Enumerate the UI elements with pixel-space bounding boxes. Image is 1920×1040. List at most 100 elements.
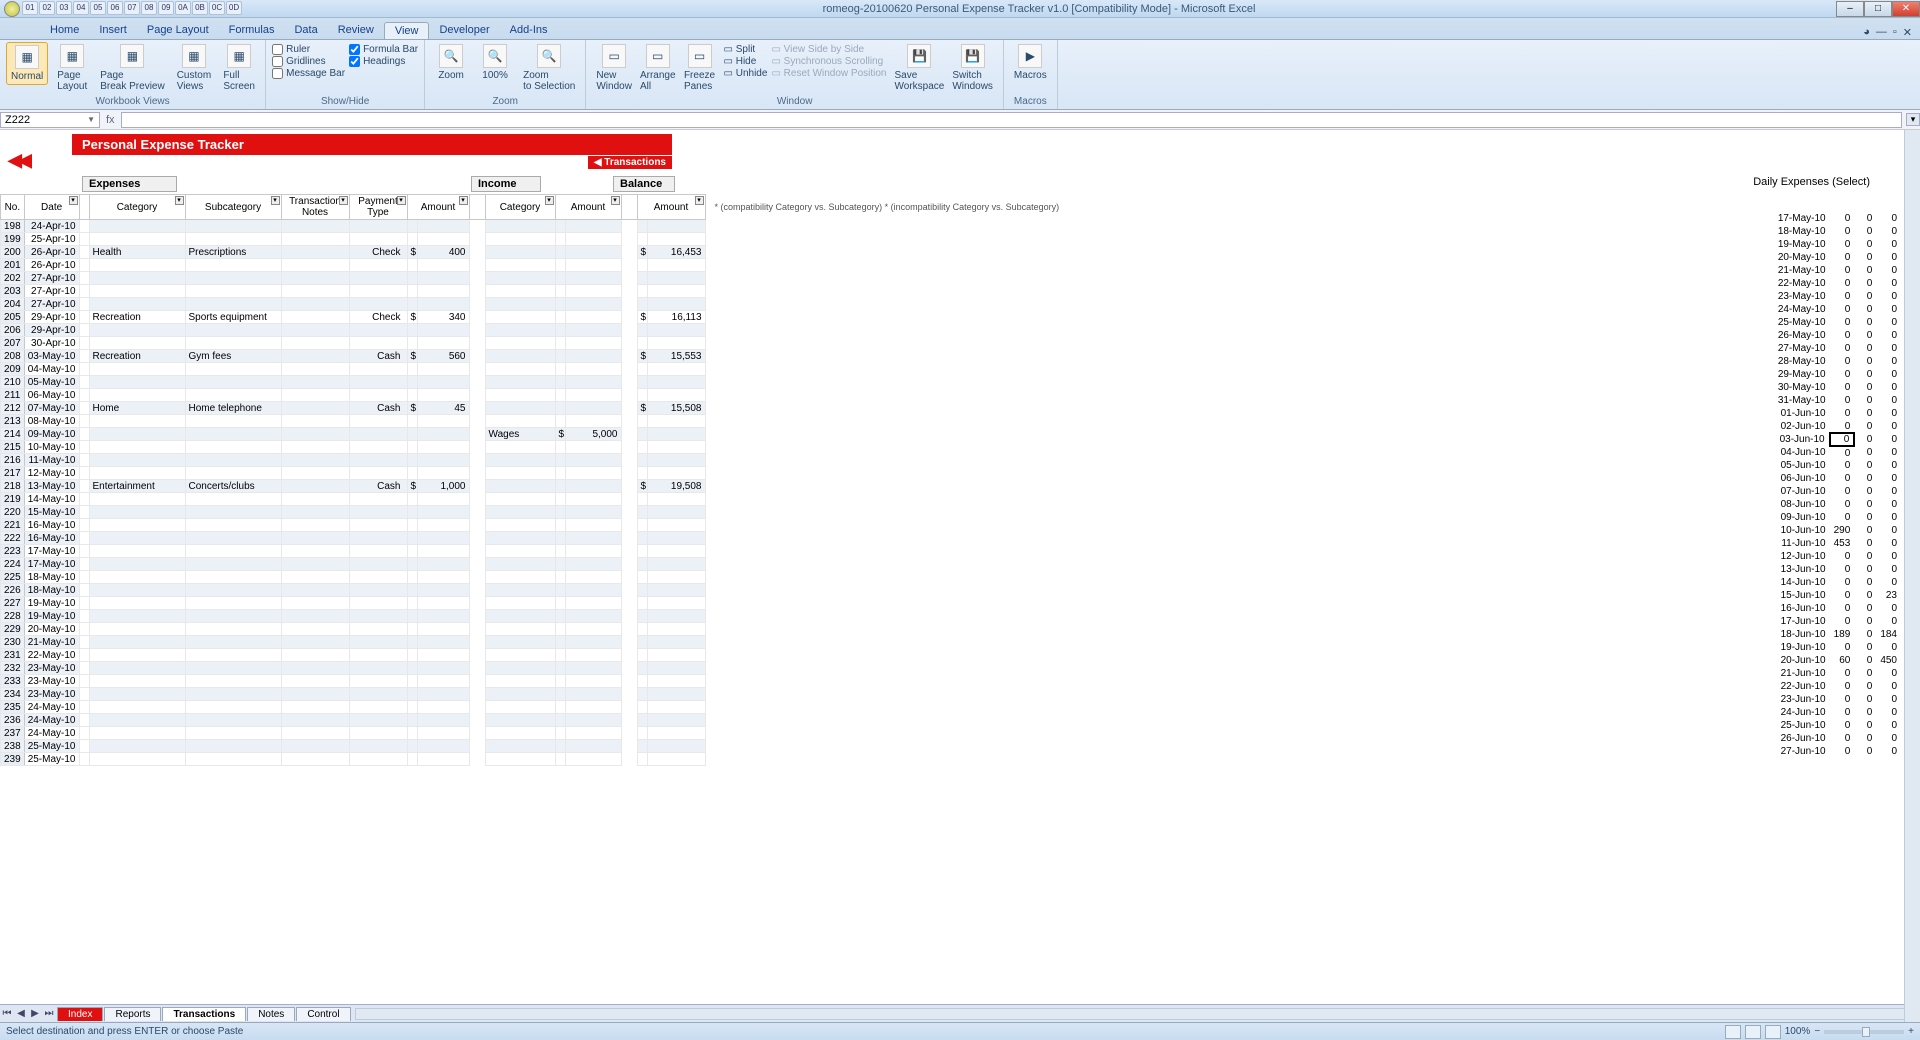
table-row[interactable]: 20327-Apr-10	[1, 285, 1063, 298]
table-row[interactable]: 23825-May-10	[1, 740, 1063, 753]
table-row[interactable]: 22417-May-10	[1, 558, 1063, 571]
filter-icon[interactable]: ▾	[695, 196, 704, 205]
table-row[interactable]: 19925-Apr-10	[1, 233, 1063, 246]
ribbon-tab-insert[interactable]: Insert	[89, 22, 137, 39]
ribbon-minimize-icon[interactable]: —	[1876, 26, 1887, 39]
table-row[interactable]: 20227-Apr-10	[1, 272, 1063, 285]
switch-windows-button[interactable]: 💾SwitchWindows	[948, 42, 997, 94]
table-row[interactable]: 23624-May-10	[1, 714, 1063, 727]
sheet-tab-index[interactable]: Index	[57, 1007, 103, 1021]
col-subcategory[interactable]: Subcategory▾	[185, 195, 281, 220]
table-row[interactable]: 23925-May-10	[1, 753, 1063, 766]
daily-row[interactable]: 06-Jun-10000	[1772, 472, 1901, 485]
table-row[interactable]: 20803-May-10RecreationGym feesCash$560$1…	[1, 350, 1063, 363]
daily-row[interactable]: 26-May-10000	[1772, 329, 1901, 342]
sheet-tab-control[interactable]: Control	[296, 1007, 350, 1021]
page-break-preview-button[interactable]: ▦PageBreak Preview	[96, 42, 168, 94]
ribbon-tab-home[interactable]: Home	[40, 22, 89, 39]
qat-button[interactable]: 07	[124, 1, 140, 15]
view-break-icon[interactable]	[1765, 1025, 1781, 1039]
ribbon-tab-view[interactable]: View	[384, 22, 430, 39]
daily-row[interactable]: 01-Jun-10000	[1772, 407, 1901, 420]
table-row[interactable]: 23323-May-10	[1, 675, 1063, 688]
qat-button[interactable]: 03	[56, 1, 72, 15]
daily-row[interactable]: 24-May-10000	[1772, 303, 1901, 316]
new-window-button[interactable]: ▭NewWindow	[592, 42, 636, 94]
minimize-button[interactable]: –	[1836, 1, 1864, 17]
daily-table[interactable]: 17-May-1000018-May-1000019-May-1000020-M…	[1772, 212, 1902, 758]
daily-row[interactable]: 29-May-10000	[1772, 368, 1901, 381]
table-row[interactable]: 20026-Apr-10HealthPrescriptionsCheck$400…	[1, 246, 1063, 259]
table-row[interactable]: 23021-May-10	[1, 636, 1063, 649]
qat-button[interactable]: 0A	[175, 1, 191, 15]
table-row[interactable]: 20427-Apr-10	[1, 298, 1063, 311]
zoom-slider[interactable]	[1824, 1030, 1904, 1034]
filter-icon[interactable]: ▾	[611, 196, 620, 205]
table-row[interactable]: 23122-May-10	[1, 649, 1063, 662]
daily-row[interactable]: 19-May-10000	[1772, 238, 1901, 251]
table-row[interactable]: 20529-Apr-10RecreationSports equipmentCh…	[1, 311, 1063, 324]
arrange-all-button[interactable]: ▭ArrangeAll	[636, 42, 680, 94]
daily-row[interactable]: 09-Jun-10000	[1772, 511, 1901, 524]
table-row[interactable]: 21005-May-10	[1, 376, 1063, 389]
daily-row[interactable]: 27-Jun-10000	[1772, 745, 1901, 758]
daily-row[interactable]: 27-May-10000	[1772, 342, 1901, 355]
daily-row[interactable]: 24-Jun-10000	[1772, 706, 1901, 719]
vertical-scrollbar[interactable]	[1904, 130, 1920, 1022]
col-income-category[interactable]: Category▾	[485, 195, 555, 220]
daily-row[interactable]: 17-Jun-10000	[1772, 615, 1901, 628]
table-row[interactable]: 22317-May-10	[1, 545, 1063, 558]
custom-views-button[interactable]: ▦CustomViews	[173, 42, 215, 94]
col-amount[interactable]: Amount▾	[407, 195, 469, 220]
unhide-button[interactable]: ▭ Unhide	[724, 68, 768, 79]
tab-nav-first[interactable]: ⏮	[0, 1008, 14, 1019]
headings-checkbox[interactable]: Headings	[349, 56, 418, 67]
qat-button[interactable]: 06	[107, 1, 123, 15]
maximize-button[interactable]: □	[1864, 1, 1892, 17]
daily-row[interactable]: 22-Jun-10000	[1772, 680, 1901, 693]
col-date[interactable]: Date▾	[24, 195, 79, 220]
filter-icon[interactable]: ▾	[271, 196, 280, 205]
daily-row[interactable]: 11-Jun-1045300	[1772, 537, 1901, 550]
daily-row[interactable]: 31-May-10000	[1772, 394, 1901, 407]
macros-button[interactable]: ▶Macros	[1010, 42, 1051, 83]
table-row[interactable]: 22518-May-10	[1, 571, 1063, 584]
daily-row[interactable]: 15-Jun-100023	[1772, 589, 1901, 602]
daily-row[interactable]: 21-May-10000	[1772, 264, 1901, 277]
qat-button[interactable]: 08	[141, 1, 157, 15]
table-row[interactable]: 23524-May-10	[1, 701, 1063, 714]
daily-row[interactable]: 26-Jun-10000	[1772, 732, 1901, 745]
qat-button[interactable]: 0C	[209, 1, 225, 15]
table-row[interactable]: 21106-May-10	[1, 389, 1063, 402]
col-no[interactable]: No.	[1, 195, 25, 220]
table-row[interactable]: 22920-May-10	[1, 623, 1063, 636]
daily-row[interactable]: 02-Jun-10000	[1772, 420, 1901, 433]
sheet-tab-notes[interactable]: Notes	[247, 1007, 295, 1021]
split-button[interactable]: ▭ Split	[724, 44, 768, 55]
table-row[interactable]: 19824-Apr-10	[1, 220, 1063, 233]
table-row[interactable]: 20629-Apr-10	[1, 324, 1063, 337]
daily-row[interactable]: 22-May-10000	[1772, 277, 1901, 290]
tab-nav-next[interactable]: ▶	[28, 1008, 42, 1019]
ribbon-tab-formulas[interactable]: Formulas	[219, 22, 285, 39]
formula-bar[interactable]	[121, 112, 1902, 128]
data-grid[interactable]: No. Date▾ Category▾ Subcategory▾ Transac…	[0, 194, 1900, 1004]
table-row[interactable]: 21611-May-10	[1, 454, 1063, 467]
daily-row[interactable]: 21-Jun-10000	[1772, 667, 1901, 680]
daily-row[interactable]: 16-Jun-10000	[1772, 602, 1901, 615]
col-notes[interactable]: Transaction Notes▾	[281, 195, 349, 220]
table-row[interactable]: 21308-May-10	[1, 415, 1063, 428]
full-screen-button[interactable]: ▦FullScreen	[219, 42, 259, 94]
help-icon[interactable]: ◕	[1863, 26, 1870, 39]
filter-icon[interactable]: ▾	[397, 196, 406, 205]
zoom-to-selection-button[interactable]: 🔍Zoomto Selection	[519, 42, 579, 94]
worksheet-area[interactable]: ◀◀ Personal Expense Tracker ◀ Transactio…	[0, 130, 1920, 1004]
table-row[interactable]: 21914-May-10	[1, 493, 1063, 506]
filter-icon[interactable]: ▾	[459, 196, 468, 205]
formula-bar-expand[interactable]: ▾	[1906, 113, 1920, 126]
table-row[interactable]: 23423-May-10	[1, 688, 1063, 701]
daily-row[interactable]: 10-Jun-1029000	[1772, 524, 1901, 537]
filter-icon[interactable]: ▾	[545, 196, 554, 205]
back-arrows-icon[interactable]: ◀◀	[8, 150, 28, 171]
daily-row[interactable]: 08-Jun-10000	[1772, 498, 1901, 511]
